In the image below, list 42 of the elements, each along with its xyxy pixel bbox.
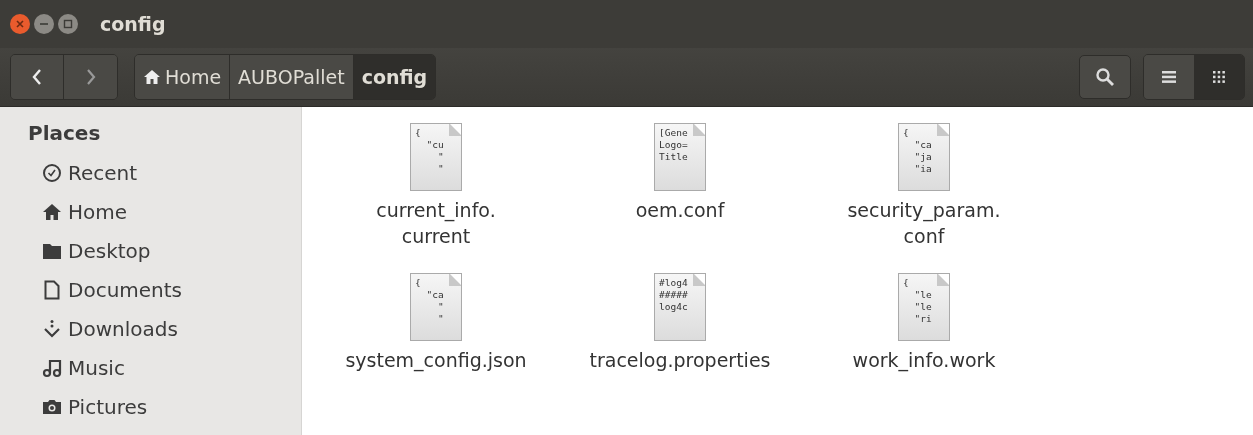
sidebar-item[interactable]: Pictures: [28, 387, 301, 426]
sidebar-item[interactable]: Desktop: [28, 231, 301, 270]
home-icon: [42, 201, 62, 222]
file-name: oem.conf: [635, 198, 725, 223]
sidebar-item[interactable]: Home: [28, 192, 301, 231]
file-name: current_info. current: [376, 198, 496, 249]
sidebar-item[interactable]: Documents: [28, 270, 301, 309]
close-icon: [15, 19, 25, 29]
maximize-button[interactable]: [58, 14, 78, 34]
documents-icon: [42, 279, 62, 300]
sidebar-item[interactable]: Downloads: [28, 309, 301, 348]
back-button[interactable]: [11, 55, 64, 99]
recent-icon: [42, 162, 62, 183]
search-button[interactable]: [1079, 55, 1131, 99]
file-name: system_config.json: [345, 348, 527, 373]
file-thumbnail[interactable]: #log4 ##### log4c: [654, 273, 706, 341]
file-thumbnail[interactable]: { "le "le "ri: [898, 273, 950, 341]
downloads-icon: [42, 318, 62, 339]
file-thumbnail[interactable]: { "cu " ": [410, 123, 462, 191]
close-button[interactable]: [10, 14, 30, 34]
file-name: security_param. conf: [847, 198, 1001, 249]
grid-icon: [1212, 70, 1226, 84]
file-thumbnail[interactable]: { "ca "ja "ia: [898, 123, 950, 191]
breadcrumb-button[interactable]: AUBOPallet: [230, 55, 354, 99]
music-icon: [42, 357, 62, 378]
window-title: config: [100, 13, 166, 35]
sidebar-item[interactable]: Recent: [28, 153, 301, 192]
grid-view-button[interactable]: [1194, 55, 1244, 99]
search-icon: [1095, 67, 1115, 87]
list-view-button[interactable]: [1144, 55, 1194, 99]
list-icon: [1161, 70, 1177, 84]
file-name: tracelog.properties: [589, 348, 771, 373]
file-name: work_info.work: [852, 348, 996, 373]
home-icon: [143, 69, 161, 85]
breadcrumb-button[interactable]: Home: [135, 55, 231, 99]
breadcrumb-button[interactable]: config: [353, 55, 436, 99]
sidebar-heading: Places: [28, 121, 102, 145]
minimize-button[interactable]: [34, 14, 54, 34]
file-thumbnail[interactable]: { "ca " ": [410, 273, 462, 341]
file-thumbnail[interactable]: [Gene Logo= Title: [654, 123, 706, 191]
sidebar-item[interactable]: Music: [28, 348, 301, 387]
maximize-icon: [63, 19, 73, 29]
